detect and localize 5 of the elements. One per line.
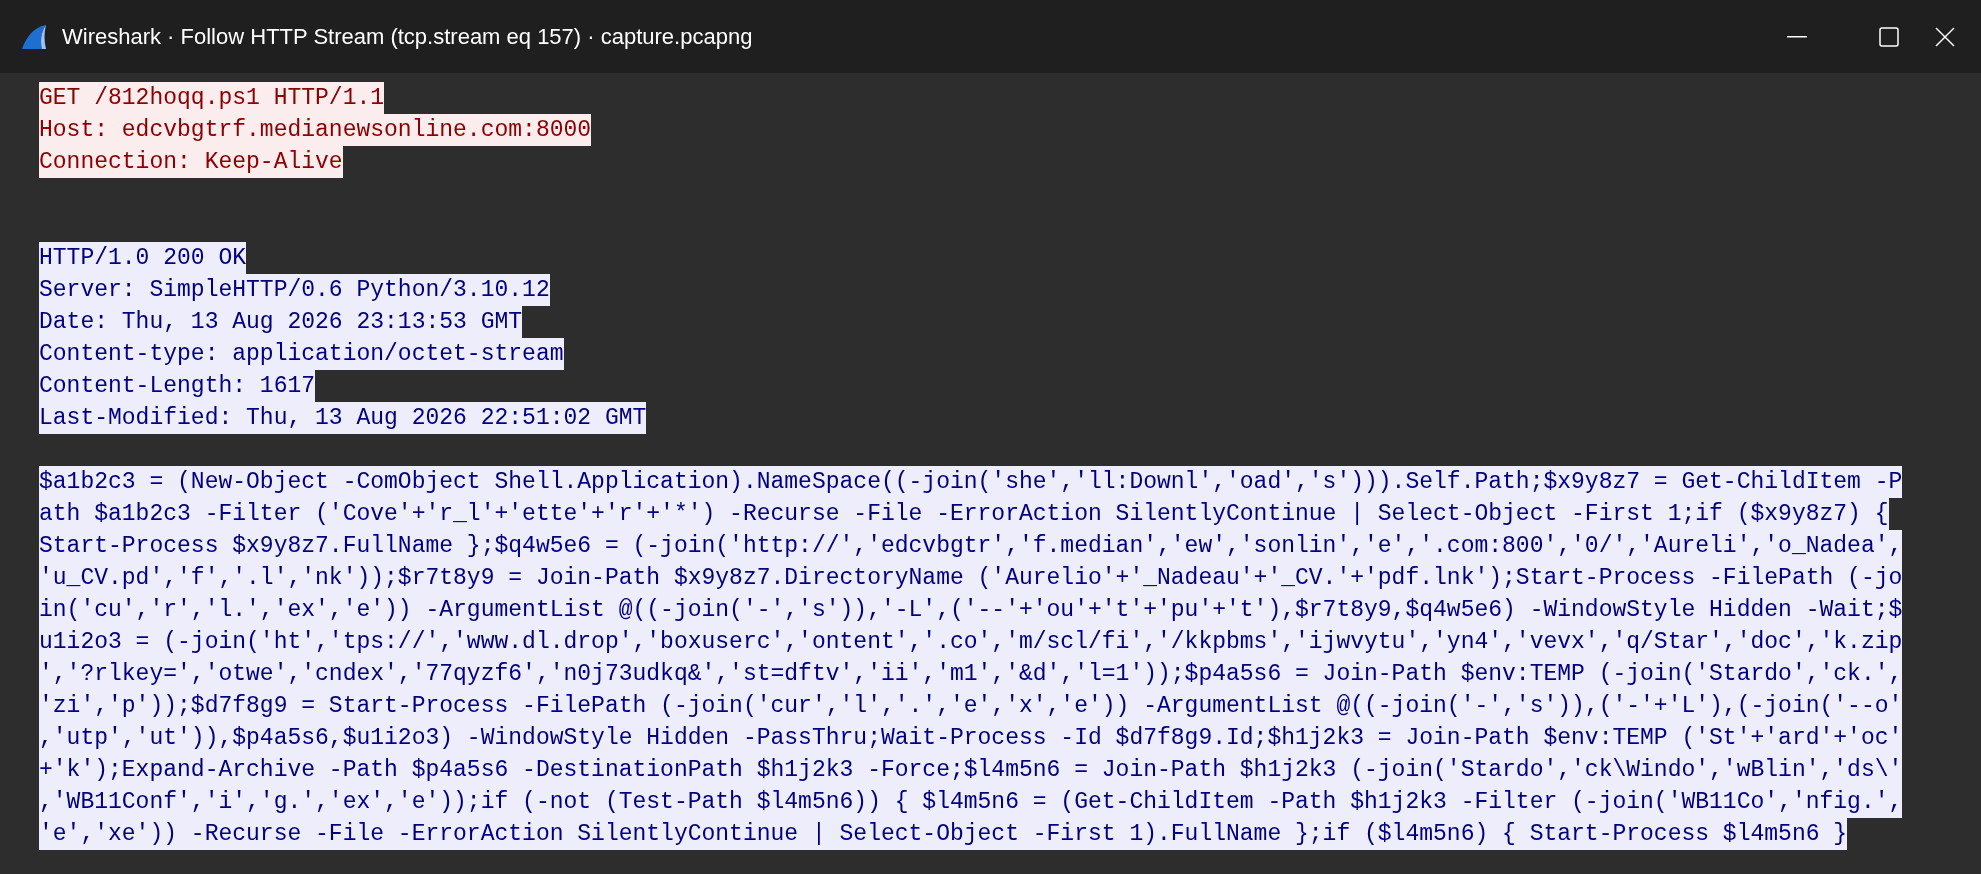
minimize-icon [1787,35,1807,38]
window-title: Wireshark · Follow HTTP Stream (tcp.stream eq 157) · capture.pcapng [62,23,753,51]
maximize-icon [1879,26,1899,47]
close-icon [1935,26,1955,47]
shark-fin-icon [20,22,48,51]
